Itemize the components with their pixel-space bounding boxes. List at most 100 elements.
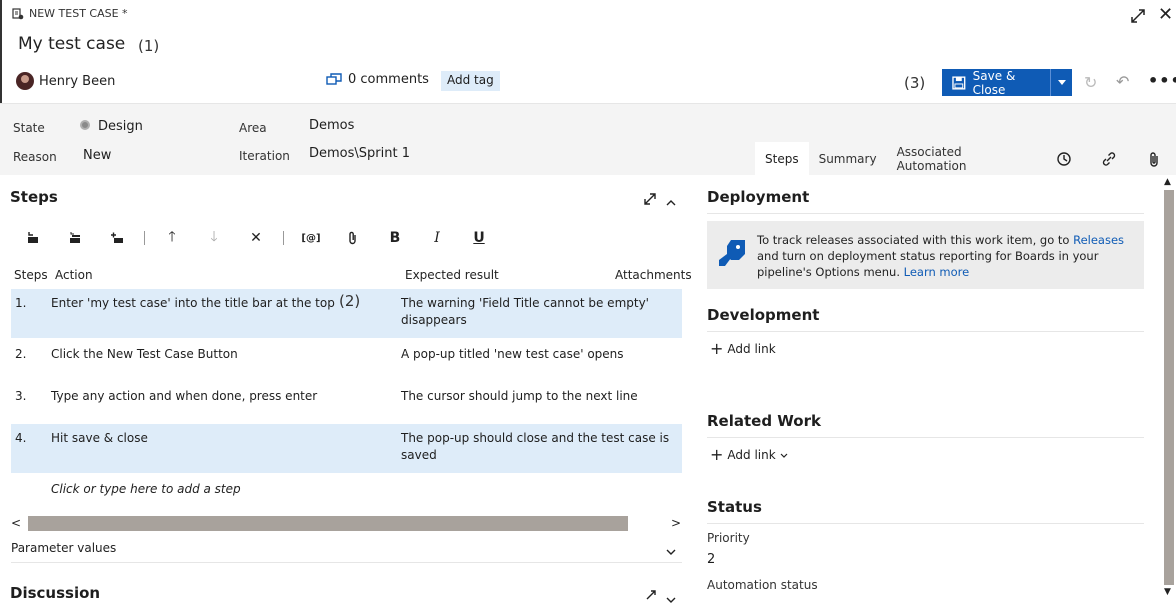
expand-icon[interactable] — [1130, 8, 1148, 26]
step-action[interactable]: Hit save & close — [51, 430, 148, 447]
horizontal-scrollbar[interactable]: < > — [11, 516, 682, 531]
step-expected[interactable]: The warning 'Field Title cannot be empty… — [401, 295, 649, 312]
priority-value[interactable]: 2 — [707, 552, 715, 567]
divider — [707, 213, 1144, 214]
step-expected[interactable]: A pop-up titled 'new test case' opens — [401, 346, 624, 363]
assigned-user[interactable]: Henry Been — [16, 72, 115, 90]
table-row[interactable]: 4. Hit save & close The pop-up should cl… — [11, 424, 682, 473]
create-shared-steps-icon[interactable] — [102, 228, 132, 248]
divider — [707, 437, 1144, 438]
reason-label: Reason — [13, 150, 57, 164]
tab-bar: Steps Summary Associated Automation — [755, 142, 1176, 175]
step-number: 3. — [15, 389, 27, 403]
chevron-down-icon — [1057, 80, 1066, 85]
parameter-values-label[interactable]: Parameter values — [11, 541, 116, 555]
maximize-discussion-icon[interactable] — [645, 589, 657, 604]
iteration-label: Iteration — [239, 149, 290, 163]
delete-step-icon[interactable]: ✕ — [241, 228, 271, 248]
steps-title: Steps — [10, 188, 58, 206]
step-number: 4. — [15, 431, 27, 445]
chevron-down-icon[interactable] — [666, 544, 676, 558]
divider — [11, 562, 682, 563]
deployment-text-1: To track releases associated with this w… — [757, 233, 1074, 247]
scrollbar-thumb[interactable] — [1164, 190, 1174, 585]
annotation-2: (2) — [339, 292, 361, 310]
save-close-button[interactable]: Save & Close — [942, 68, 1072, 97]
status-title: Status — [707, 498, 762, 516]
undo-icon[interactable]: ↶ — [1116, 72, 1129, 91]
deployment-title: Deployment — [707, 188, 810, 206]
discussion-title: Discussion — [10, 584, 101, 602]
scroll-right-icon[interactable]: > — [671, 516, 681, 530]
step-expected[interactable]: The pop-up should close and the test cas… — [401, 430, 669, 447]
add-tag-button[interactable]: Add tag — [441, 71, 500, 91]
reason-value[interactable]: New — [83, 148, 111, 163]
vertical-scrollbar[interactable]: ▲ ▼ — [1162, 175, 1176, 615]
releases-link[interactable]: Releases — [1073, 233, 1124, 247]
iteration-value[interactable]: Demos\Sprint 1 — [309, 146, 410, 161]
toolbar-separator — [283, 231, 284, 245]
add-step-placeholder[interactable]: Click or type here to add a step — [51, 482, 241, 496]
state-value[interactable]: Design — [98, 119, 143, 134]
italic-icon[interactable]: I — [422, 228, 452, 248]
learn-more-link[interactable]: Learn more — [904, 265, 970, 279]
table-row[interactable]: 2. Click the New Test Case Button A pop-… — [11, 340, 682, 382]
close-icon[interactable]: ✕ — [1158, 6, 1173, 24]
scroll-left-icon[interactable]: < — [11, 516, 21, 530]
more-actions-icon[interactable]: ••• — [1148, 71, 1176, 90]
work-item-type-label: NEW TEST CASE * — [29, 7, 128, 20]
refresh-icon[interactable]: ↻ — [1084, 73, 1097, 92]
tab-steps[interactable]: Steps — [755, 142, 809, 175]
add-link-label: Add link — [727, 342, 776, 356]
step-action[interactable]: Type any action and when done, press ent… — [51, 388, 317, 405]
work-item-type: NEW TEST CASE * — [12, 7, 128, 20]
step-number: 1. — [15, 296, 27, 310]
tab-summary[interactable]: Summary — [809, 142, 887, 175]
move-up-icon[interactable]: 🡑 — [157, 228, 187, 248]
divider — [707, 331, 1144, 332]
title-field[interactable]: My test case — [18, 34, 125, 54]
save-close-main[interactable]: Save & Close — [942, 68, 1050, 97]
toolbar-separator — [144, 231, 145, 245]
tab-associated-automation[interactable]: Associated Automation — [887, 142, 1042, 175]
table-row[interactable]: 3. Type any action and when done, press … — [11, 382, 682, 424]
save-close-label: Save & Close — [972, 68, 1016, 97]
pipelines-icon — [717, 238, 747, 275]
scrollbar-thumb[interactable] — [28, 516, 628, 531]
plus-icon: + — [710, 445, 724, 464]
maximize-icon[interactable] — [643, 192, 657, 209]
scroll-down-icon[interactable]: ▼ — [1164, 587, 1171, 597]
underline-icon[interactable]: U — [464, 228, 494, 248]
area-value[interactable]: Demos — [309, 118, 354, 133]
collapse-steps-icon[interactable] — [666, 195, 676, 209]
related-work-add-link[interactable]: + Add link — [710, 445, 788, 464]
links-icon[interactable] — [1086, 142, 1131, 175]
test-case-icon — [12, 7, 24, 20]
insert-parameter-icon[interactable]: [@] — [296, 228, 326, 248]
attach-file-icon[interactable] — [338, 228, 368, 248]
insert-shared-steps-icon[interactable] — [60, 228, 90, 248]
insert-step-icon[interactable] — [18, 228, 48, 248]
history-icon[interactable] — [1042, 142, 1087, 175]
step-action[interactable]: Enter 'my test case' into the title bar … — [51, 295, 335, 312]
development-add-link[interactable]: + Add link — [710, 341, 776, 357]
step-action[interactable]: Click the New Test Case Button — [51, 346, 238, 363]
comments-count: 0 comments — [348, 72, 429, 87]
bold-icon[interactable]: B — [380, 228, 410, 248]
move-down-icon[interactable]: 🡓 — [199, 228, 229, 248]
annotation-3: (3) — [904, 74, 926, 92]
comments-icon — [326, 72, 342, 85]
add-link-label: Add link — [727, 448, 776, 462]
step-number: 2. — [15, 347, 27, 361]
chevron-down-icon[interactable] — [666, 592, 676, 606]
table-row[interactable]: 1. Enter 'my test case' into the title b… — [11, 289, 682, 338]
comments-link[interactable]: 0 comments — [326, 72, 429, 87]
save-dropdown-button[interactable] — [1050, 69, 1072, 96]
scroll-up-icon[interactable]: ▲ — [1164, 177, 1171, 187]
priority-label: Priority — [707, 531, 750, 545]
area-label: Area — [239, 121, 267, 135]
avatar — [16, 72, 34, 90]
attachments-icon[interactable] — [1131, 142, 1176, 175]
step-expected[interactable]: The cursor should jump to the next line — [401, 388, 638, 405]
step-expected-line2: saved — [401, 448, 437, 462]
